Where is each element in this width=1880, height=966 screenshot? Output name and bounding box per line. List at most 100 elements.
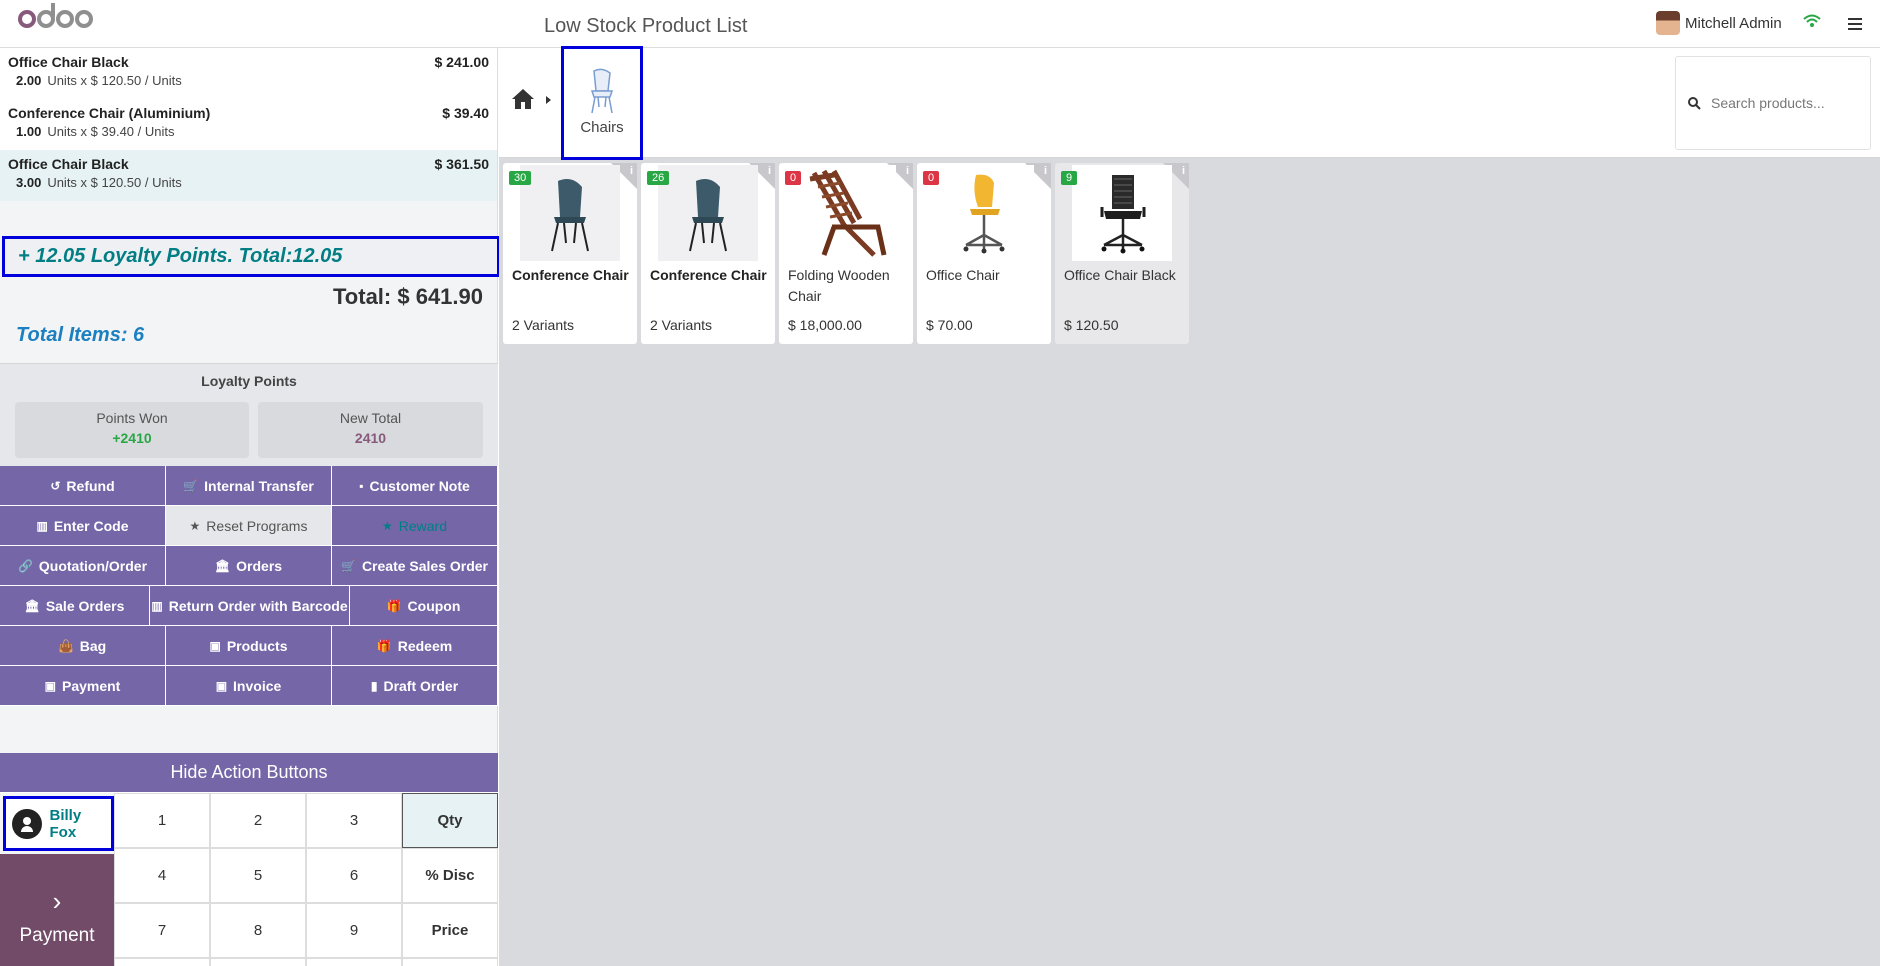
order-line-name: Office Chair Black [8,156,129,172]
stock-badge: 30 [509,171,532,185]
stock-badge: 0 [923,171,940,185]
product-image [934,165,1034,261]
order-line-qty: 2.00 [16,73,42,88]
numpad-mode-qty[interactable]: Qty [402,793,498,848]
page-title: Low Stock Product List [544,15,748,37]
product-image [1072,165,1172,261]
products-button[interactable]: ▣ Products [166,626,332,666]
sale-orders-button[interactable]: 🏛 Sale Orders [0,586,150,626]
product-name: Office Chair Black [1064,267,1176,283]
internal-transfer-button[interactable]: 🛒 Internal Transfer [166,466,332,506]
menu-icon[interactable] [1848,18,1862,33]
numpad-key-7[interactable]: 7 [114,903,210,958]
gift-icon: 🎁 [386,598,402,613]
coupon-button[interactable]: 🎁 Coupon [350,586,498,626]
return-order-barcode-label: Return Order with Barcode [168,597,348,614]
info-icon[interactable]: i [768,165,771,177]
total-items: Total Items: 6 [16,324,145,346]
reward-label: Reward [398,517,447,534]
bank-icon: 🏛 [24,598,40,613]
star-icon: ★ [381,518,393,533]
product-price: $ 70.00 [926,317,973,333]
numpad-key-3[interactable]: 3 [306,793,402,848]
chair-icon [590,68,614,114]
order-line[interactable]: Conference Chair (Aluminium) $ 39.40 1.0… [0,99,497,150]
search-box[interactable] [1675,56,1871,150]
customer-note-button[interactable]: ▪ Customer Note [332,466,498,506]
order-total: Total: $ 641.90 [333,284,483,309]
product-grid: 30 i Conference Chair 2 Variants 26 i Co… [503,163,1189,344]
order-line[interactable]: Office Chair Black $ 241.00 2.00 Units x … [0,48,497,99]
order-line-detail: Units x $ 120.50 / Units [47,175,182,190]
numpad-key-decimal[interactable]: . [306,958,402,966]
product-card[interactable]: 0 i Office Chair $ 70.00 [917,163,1051,344]
product-variants: 2 Variants [512,317,574,333]
product-image [520,165,620,261]
numpad-key-4[interactable]: 4 [114,848,210,903]
numpad: 1 2 3 Qty 4 5 6 % Disc 7 8 9 Price +/- 0… [114,793,498,966]
odoo-logo [18,3,93,28]
product-name: Conference Chair [650,267,767,283]
barcode-icon: ▥ [36,518,48,533]
quotation-order-label: Quotation/Order [38,557,148,574]
order-line-selected[interactable]: Office Chair Black $ 361.50 3.00 Units x … [0,150,497,201]
internal-transfer-label: Internal Transfer [204,477,314,494]
payment-action-label: Payment [61,677,121,694]
search-input[interactable] [1711,95,1861,111]
numpad-key-1[interactable]: 1 [114,793,210,848]
numpad-key-6[interactable]: 6 [306,848,402,903]
home-icon[interactable] [511,88,535,110]
refund-button[interactable]: ↺ Refund [0,466,166,506]
reward-button[interactable]: ★ Reward [332,506,498,546]
product-image [796,165,896,261]
return-order-barcode-button[interactable]: ▥ Return Order with Barcode [150,586,350,626]
info-icon[interactable]: i [1182,165,1185,177]
loyalty-title: Loyalty Points [201,373,297,389]
customer-name: Billy Fox [49,806,82,841]
redeem-button[interactable]: 🎁 Redeem [332,626,498,666]
stock-badge: 26 [647,171,670,185]
cart-icon: 🛒 [340,558,356,573]
info-icon[interactable]: i [906,165,909,177]
product-price: $ 18,000.00 [788,317,862,333]
category-chairs[interactable]: Chairs [561,46,643,160]
payment-action-button[interactable]: ▣ Payment [0,666,166,706]
numpad-key-plus-minus[interactable]: +/- [114,958,210,966]
cart-icon: 🛒 [183,478,199,493]
draft-order-button[interactable]: ▮ Draft Order [332,666,498,706]
payment-button[interactable]: › Payment [0,854,114,966]
numpad-key-0[interactable]: 0 [210,958,306,966]
hide-action-buttons[interactable]: Hide Action Buttons [0,753,498,793]
bag-button[interactable]: 👜 Bag [0,626,166,666]
numpad-key-2[interactable]: 2 [210,793,306,848]
product-card[interactable]: 30 i Conference Chair 2 Variants [503,163,637,344]
user-menu[interactable]: Mitchell Admin [1656,11,1782,35]
numpad-key-8[interactable]: 8 [210,903,306,958]
sale-orders-label: Sale Orders [45,597,125,614]
quotation-order-button[interactable]: 🔗 Quotation/Order [0,546,166,586]
points-won-card: Points Won +2410 [15,402,249,458]
star-icon: ★ [189,518,201,533]
info-icon[interactable]: i [1044,165,1047,177]
reset-programs-button[interactable]: ★ Reset Programs [166,506,332,546]
numpad-backspace[interactable]: ⌫ [402,958,498,966]
product-card[interactable]: 26 i Conference Chair 2 Variants [641,163,775,344]
numpad-key-5[interactable]: 5 [210,848,306,903]
info-icon[interactable]: i [630,165,633,177]
customer-button[interactable]: Billy Fox [3,796,114,851]
order-line-qty: 1.00 [16,124,42,139]
stock-badge: 0 [785,171,802,185]
invoice-button[interactable]: ▣ Invoice [166,666,332,706]
orders-button[interactable]: 🏛 Orders [166,546,332,586]
product-card[interactable]: 0 i Folding Wooden Chair $ 18,000.00 [779,163,913,344]
create-sales-order-button[interactable]: 🛒 Create Sales Order [332,546,498,586]
money-icon: ▣ [209,638,221,653]
enter-code-button[interactable]: ▥ Enter Code [0,506,166,546]
numpad-mode-price[interactable]: Price [402,903,498,958]
numpad-mode-disc[interactable]: % Disc [402,848,498,903]
numpad-key-9[interactable]: 9 [306,903,402,958]
products-label: Products [226,637,288,654]
product-card[interactable]: 9 i Office Chair Black $ 120.50 [1055,163,1189,344]
gift-icon: 🎁 [376,638,392,653]
breadcrumb-arrow-icon [546,96,551,104]
